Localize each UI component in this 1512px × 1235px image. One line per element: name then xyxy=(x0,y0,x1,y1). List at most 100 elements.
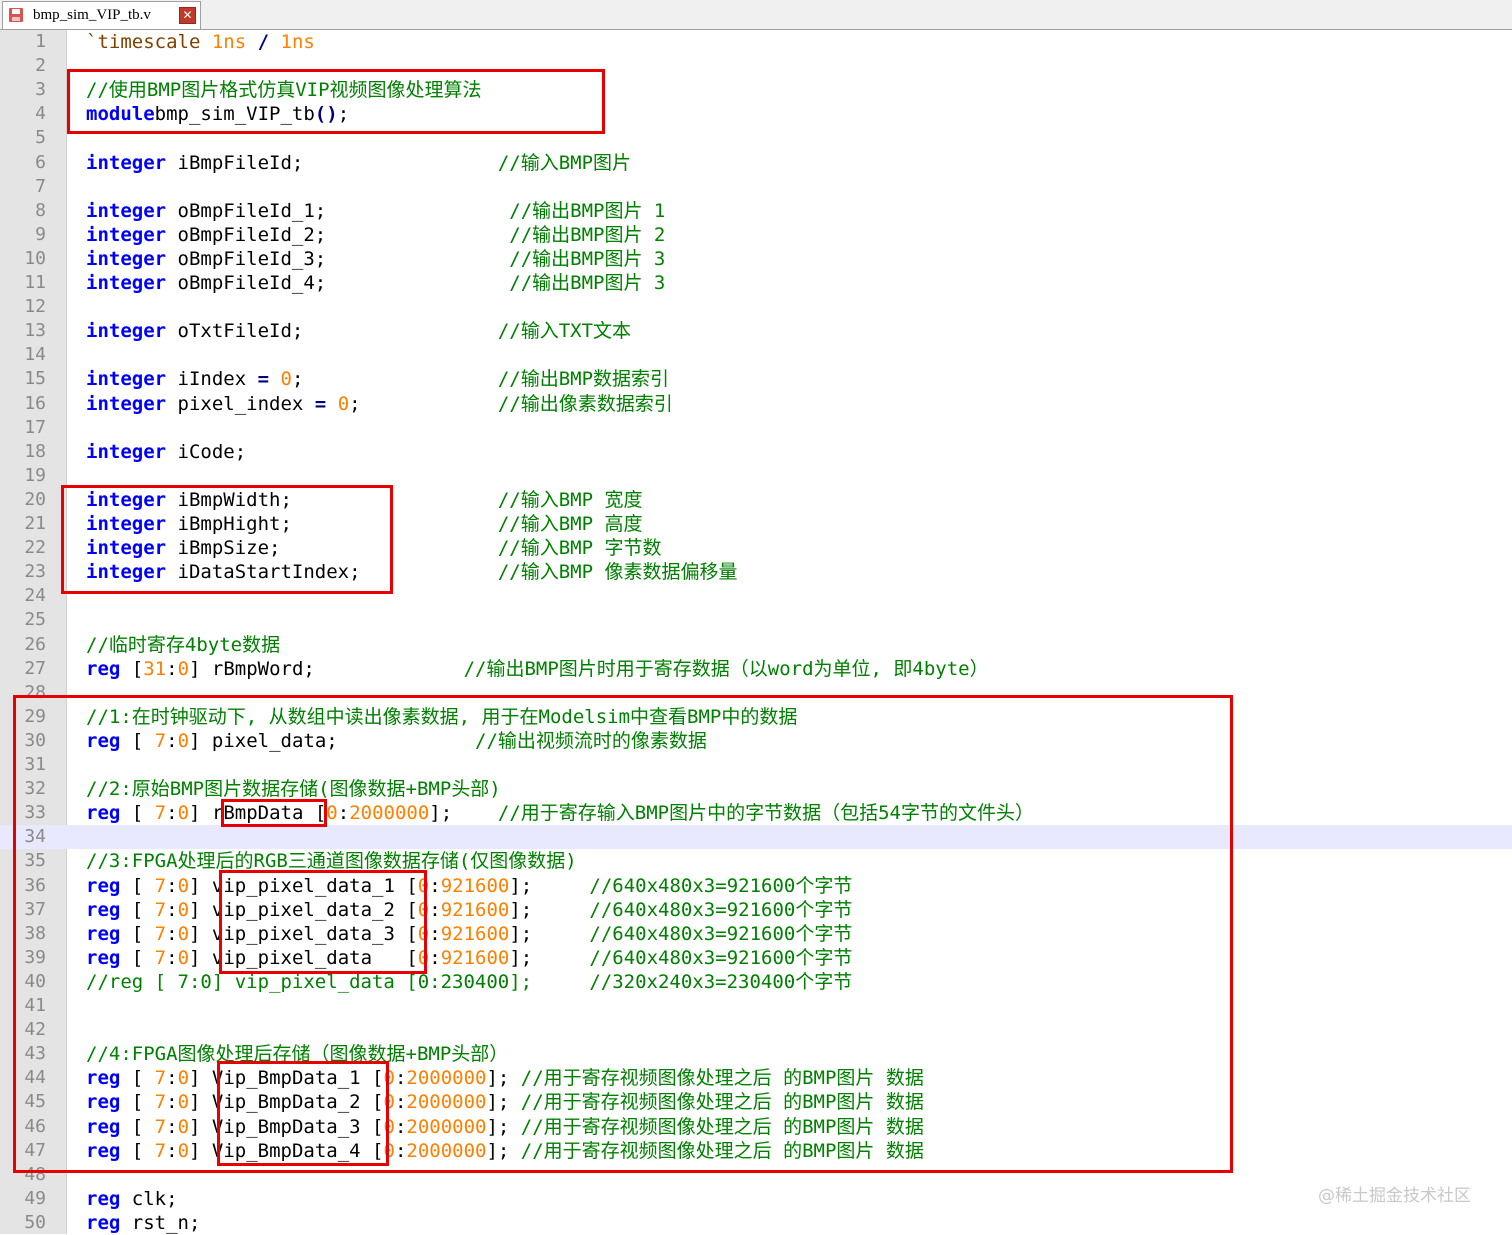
code-line[interactable]: 25 xyxy=(0,608,1512,632)
code-line[interactable]: 23 integer iDataStartIndex; //输入BMP 像素数据偏… xyxy=(0,560,1512,584)
code-line[interactable]: 24 xyxy=(0,584,1512,608)
code-line[interactable]: 21 integer iBmpHight; //输入BMP 高度 xyxy=(0,512,1512,536)
code-line[interactable]: 49 reg clk; xyxy=(0,1187,1512,1211)
code-line[interactable]: 42 xyxy=(0,1018,1512,1042)
close-icon[interactable]: ✕ xyxy=(179,7,196,24)
code-line[interactable]: 44 reg [ 7:0] Vip_BmpData_1 [0:2000000]; … xyxy=(0,1066,1512,1090)
code-line[interactable]: 26 //临时寄存4byte数据 xyxy=(0,633,1512,657)
code-line[interactable]: 22 integer iBmpSize; //输入BMP 字节数 xyxy=(0,536,1512,560)
line-number: 12 xyxy=(24,296,46,318)
code-token: [ xyxy=(120,657,144,680)
code-token: () xyxy=(314,103,338,126)
code-token: //640x480x3=921600个字节 xyxy=(589,946,853,969)
code-line[interactable]: 30 reg [ 7:0] pixel_data; //输出视频流时的像素数据 xyxy=(0,729,1512,753)
line-number: 21 xyxy=(24,513,46,534)
code-line[interactable]: 38 reg [ 7:0] vip_pixel_data_3 [0:921600]… xyxy=(0,922,1512,946)
code-token: ] vip_pixel_data [ xyxy=(189,946,418,969)
code-line[interactable]: 8 integer oBmpFileId_1; //输出BMP图片 1 xyxy=(0,199,1512,223)
code-line[interactable]: 35 //3:FPGA处理后的RGB三通道图像数据存储(仅图像数据) xyxy=(0,849,1512,873)
code-token: ; xyxy=(291,368,498,391)
code-line[interactable]: 20 integer iBmpWidth; //输入BMP 宽度 xyxy=(0,488,1512,512)
code-line[interactable]: 48 xyxy=(0,1163,1512,1187)
line-number: 42 xyxy=(24,1019,46,1041)
line-number: 47 xyxy=(24,1139,46,1161)
code-text: integer iBmpSize; //输入BMP 字节数 xyxy=(86,536,661,560)
code-line[interactable]: 9 integer oBmpFileId_2; //输出BMP图片 2 xyxy=(0,223,1512,247)
code-line[interactable]: 13 integer oTxtFileId; //输入TXT文本 xyxy=(0,319,1512,343)
code-token: : xyxy=(166,922,178,945)
code-line[interactable]: 14 xyxy=(0,343,1512,367)
code-token: reg xyxy=(86,898,121,921)
code-line[interactable]: 11 integer oBmpFileId_4; //输出BMP图片 3 xyxy=(0,271,1512,295)
code-text: integer oBmpFileId_3; //输出BMP图片 3 xyxy=(86,247,665,271)
code-line[interactable]: 18 integer iCode; xyxy=(0,440,1512,464)
code-token: 921600 xyxy=(440,898,510,921)
code-line[interactable]: 27 reg [31:0] rBmpWord; //输出BMP图片时用于寄存数据（… xyxy=(0,657,1512,681)
code-text: reg rst_n; xyxy=(86,1211,200,1235)
code-token: : xyxy=(166,1115,178,1138)
code-token: //输出BMP图片 2 xyxy=(509,223,666,246)
code-token: pixel_index xyxy=(166,392,315,415)
code-token: : xyxy=(429,898,441,921)
code-line[interactable]: 47 reg [ 7:0] Vip_BmpData_4 [0:2000000]; … xyxy=(0,1139,1512,1163)
code-text: integer oBmpFileId_1; //输出BMP图片 1 xyxy=(86,199,665,223)
code-line[interactable]: 19 xyxy=(0,464,1512,488)
code-text: //4:FPGA图像处理后存储（图像数据+BMP头部） xyxy=(86,1042,508,1066)
code-editor[interactable]: 1 `timescale 1ns / 1ns 2 3 //使用BMP图片格式仿真VIP视… xyxy=(0,30,1512,1234)
code-line[interactable]: 32 //2:原始BMP图片数据存储(图像数据+BMP头部) xyxy=(0,777,1512,801)
code-token: 7 xyxy=(154,922,167,945)
file-tab[interactable]: bmp_sim_VIP_tb.v ✕ xyxy=(2,1,201,29)
line-number: 44 xyxy=(24,1067,46,1089)
code-token: iCode; xyxy=(166,440,247,463)
line-number: 33 xyxy=(24,802,46,824)
code-line[interactable]: 16 integer pixel_index = 0; //输出像素数据索引 xyxy=(0,392,1512,416)
code-line[interactable]: 5 xyxy=(0,126,1512,150)
code-line[interactable]: 43 //4:FPGA图像处理后存储（图像数据+BMP头部） xyxy=(0,1042,1512,1066)
code-line[interactable]: 15 integer iIndex = 0; //输出BMP数据索引 xyxy=(0,367,1512,391)
code-text: integer pixel_index = 0; //输出像素数据索引 xyxy=(86,392,673,416)
code-line[interactable]: 3 //使用BMP图片格式仿真VIP视频图像处理算法 xyxy=(0,78,1512,102)
code-line[interactable]: 1 `timescale 1ns / 1ns xyxy=(0,30,1512,54)
code-line[interactable]: 2 xyxy=(0,54,1512,78)
code-line[interactable]: 6 integer iBmpFileId; //输入BMP图片 xyxy=(0,151,1512,175)
code-text: reg [ 7:0] vip_pixel_data_2 [0:921600]; … xyxy=(86,898,852,922)
line-number: 1 xyxy=(35,31,46,52)
code-line[interactable]: 40 //reg [ 7:0] vip_pixel_data [0:230400]… xyxy=(0,970,1512,994)
code-token: 7 xyxy=(154,946,167,969)
code-line[interactable]: 45 reg [ 7:0] Vip_BmpData_2 [0:2000000]; … xyxy=(0,1090,1512,1114)
code-line[interactable]: 12 xyxy=(0,295,1512,319)
code-line[interactable]: 28 xyxy=(0,681,1512,705)
code-line[interactable]: 34 xyxy=(0,825,1512,850)
code-token: ]; xyxy=(486,1067,521,1090)
code-token: = xyxy=(257,368,270,391)
line-number: 22 xyxy=(24,537,46,559)
code-token: 2000000 xyxy=(406,1139,487,1162)
code-line[interactable]: 29 //1:在时钟驱动下, 从数组中读出像素数据, 用于在Modelsim中查看… xyxy=(0,705,1512,729)
code-line[interactable]: 4 modulebmp_sim_VIP_tb(); xyxy=(0,102,1512,126)
code-text: reg [ 7:0] Vip_BmpData_2 [0:2000000]; //… xyxy=(86,1090,924,1114)
code-token: iBmpSize; xyxy=(166,537,498,560)
code-token: ] Vip_BmpData_2 [ xyxy=(189,1091,384,1114)
code-line[interactable]: 39 reg [ 7:0] vip_pixel_data [0:921600]; … xyxy=(0,946,1512,970)
code-line[interactable]: 41 xyxy=(0,994,1512,1018)
code-text: reg [ 7:0] pixel_data; //输出视频流时的像素数据 xyxy=(86,729,707,753)
code-line[interactable]: 7 xyxy=(0,175,1512,199)
line-number: 10 xyxy=(24,247,46,269)
code-line[interactable]: 36 reg [ 7:0] vip_pixel_data_1 [0:921600]… xyxy=(0,874,1512,898)
code-token: //640x480x3=921600个字节 xyxy=(589,922,853,945)
code-line[interactable]: 46 reg [ 7:0] Vip_BmpData_3 [0:2000000]; … xyxy=(0,1115,1512,1139)
code-line[interactable]: 33 reg [ 7:0] rBmpData [0:2000000]; //用于寄… xyxy=(0,801,1512,825)
code-token: ]; xyxy=(486,1115,521,1138)
code-line[interactable]: 50 reg rst_n; xyxy=(0,1211,1512,1235)
code-text: integer iDataStartIndex; //输入BMP 像素数据偏移量 xyxy=(86,560,737,584)
code-line[interactable]: 37 reg [ 7:0] vip_pixel_data_2 [0:921600]… xyxy=(0,898,1512,922)
line-number: 16 xyxy=(24,392,46,414)
line-number: 7 xyxy=(35,175,46,197)
code-line[interactable]: 31 xyxy=(0,753,1512,777)
code-line[interactable]: 10 integer oBmpFileId_3; //输出BMP图片 3 xyxy=(0,247,1512,271)
code-token: [ xyxy=(120,1115,155,1138)
code-line[interactable]: 17 xyxy=(0,416,1512,440)
code-token: ] vip_pixel_data_2 [ xyxy=(189,898,418,921)
